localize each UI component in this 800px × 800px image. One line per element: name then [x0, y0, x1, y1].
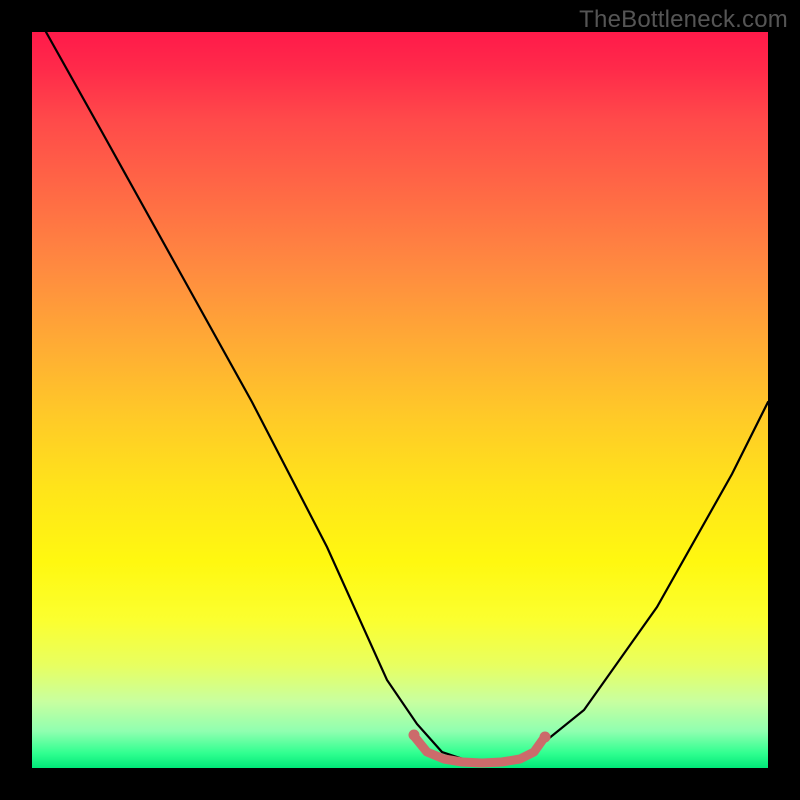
tolerance-endpoint-left [409, 730, 420, 741]
watermark-text: TheBottleneck.com [579, 6, 788, 34]
chart-svg [32, 32, 768, 768]
tolerance-endpoint-right [540, 732, 551, 743]
tolerance-band [414, 736, 544, 763]
chart-container: TheBottleneck.com [0, 0, 800, 800]
curve-line [46, 32, 768, 762]
plot-area [32, 32, 768, 768]
